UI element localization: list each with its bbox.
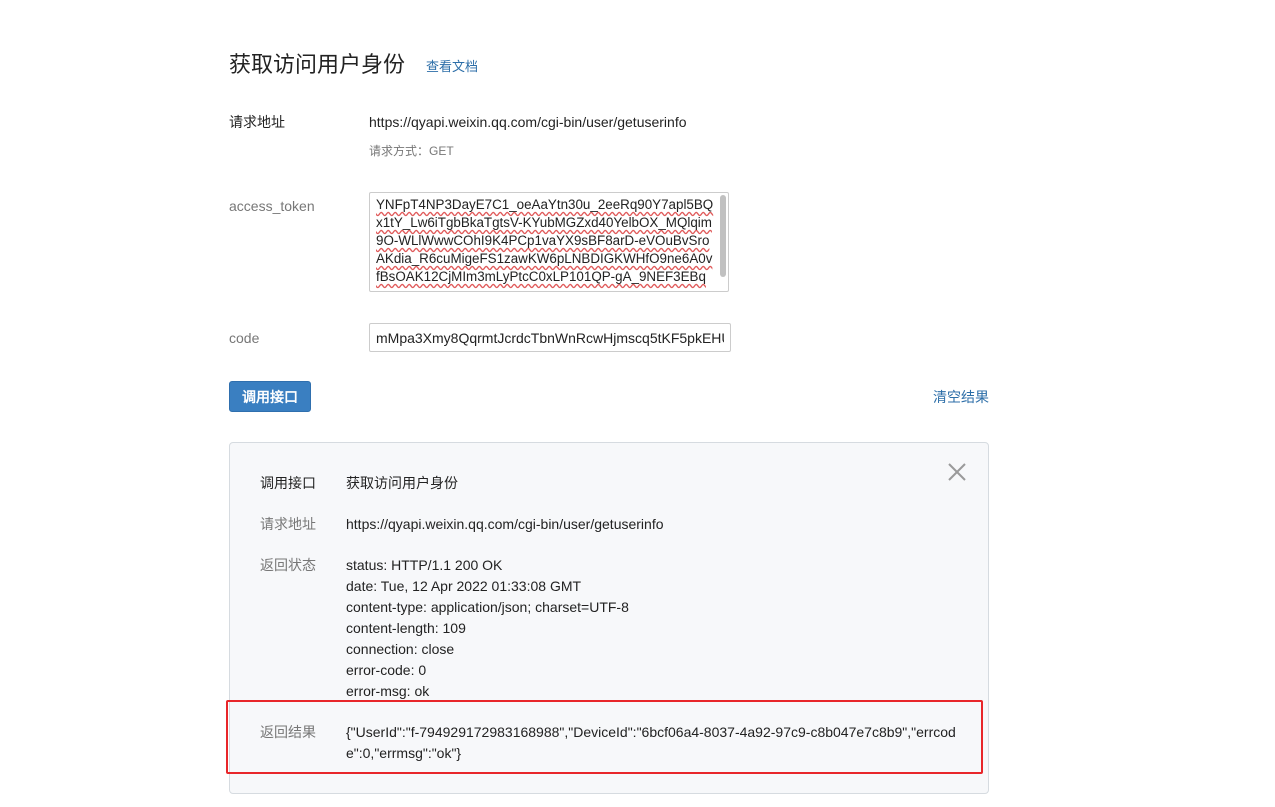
status-line: content-type: application/json; charset=… — [346, 599, 629, 615]
request-url: https://qyapi.weixin.qq.com/cgi-bin/user… — [369, 114, 687, 130]
status-line: content-length: 109 — [346, 620, 466, 636]
request-method: 请求方式：GET — [369, 144, 454, 158]
status-line: status: HTTP/1.1 200 OK — [346, 557, 503, 573]
result-call-label: 调用接口 — [260, 475, 316, 491]
result-highlight-box — [226, 700, 983, 774]
code-label: code — [229, 330, 260, 346]
status-line: error-msg: ok — [346, 683, 430, 699]
result-call-value: 获取访问用户身份 — [346, 475, 458, 491]
view-docs-link[interactable]: 查看文档 — [426, 58, 478, 76]
access-token-value: YNFpT4NP3DayE7C1_oeAaYtn30u_2eeRq90Y7apl… — [376, 197, 714, 284]
result-status-label: 返回状态 — [260, 557, 316, 573]
close-icon[interactable] — [946, 461, 968, 483]
result-status-lines: status: HTTP/1.1 200 OK date: Tue, 12 Ap… — [346, 555, 629, 702]
access-token-label: access_token — [229, 198, 315, 214]
code-input[interactable] — [369, 323, 731, 352]
result-url-label: 请求地址 — [260, 516, 316, 532]
status-line: error-code: 0 — [346, 662, 427, 678]
status-line: connection: close — [346, 641, 455, 657]
status-line: date: Tue, 12 Apr 2022 01:33:08 GMT — [346, 578, 582, 594]
call-api-button[interactable]: 调用接口 — [229, 381, 311, 412]
clear-results-link[interactable]: 清空结果 — [933, 387, 989, 407]
page-title: 获取访问用户身份 — [229, 52, 406, 77]
access-token-textarea[interactable]: YNFpT4NP3DayE7C1_oeAaYtn30u_2eeRq90Y7apl… — [369, 192, 729, 292]
result-url-value: https://qyapi.weixin.qq.com/cgi-bin/user… — [346, 516, 664, 532]
request-url-label: 请求地址 — [229, 114, 285, 130]
access-token-scrollbar[interactable] — [720, 195, 726, 277]
